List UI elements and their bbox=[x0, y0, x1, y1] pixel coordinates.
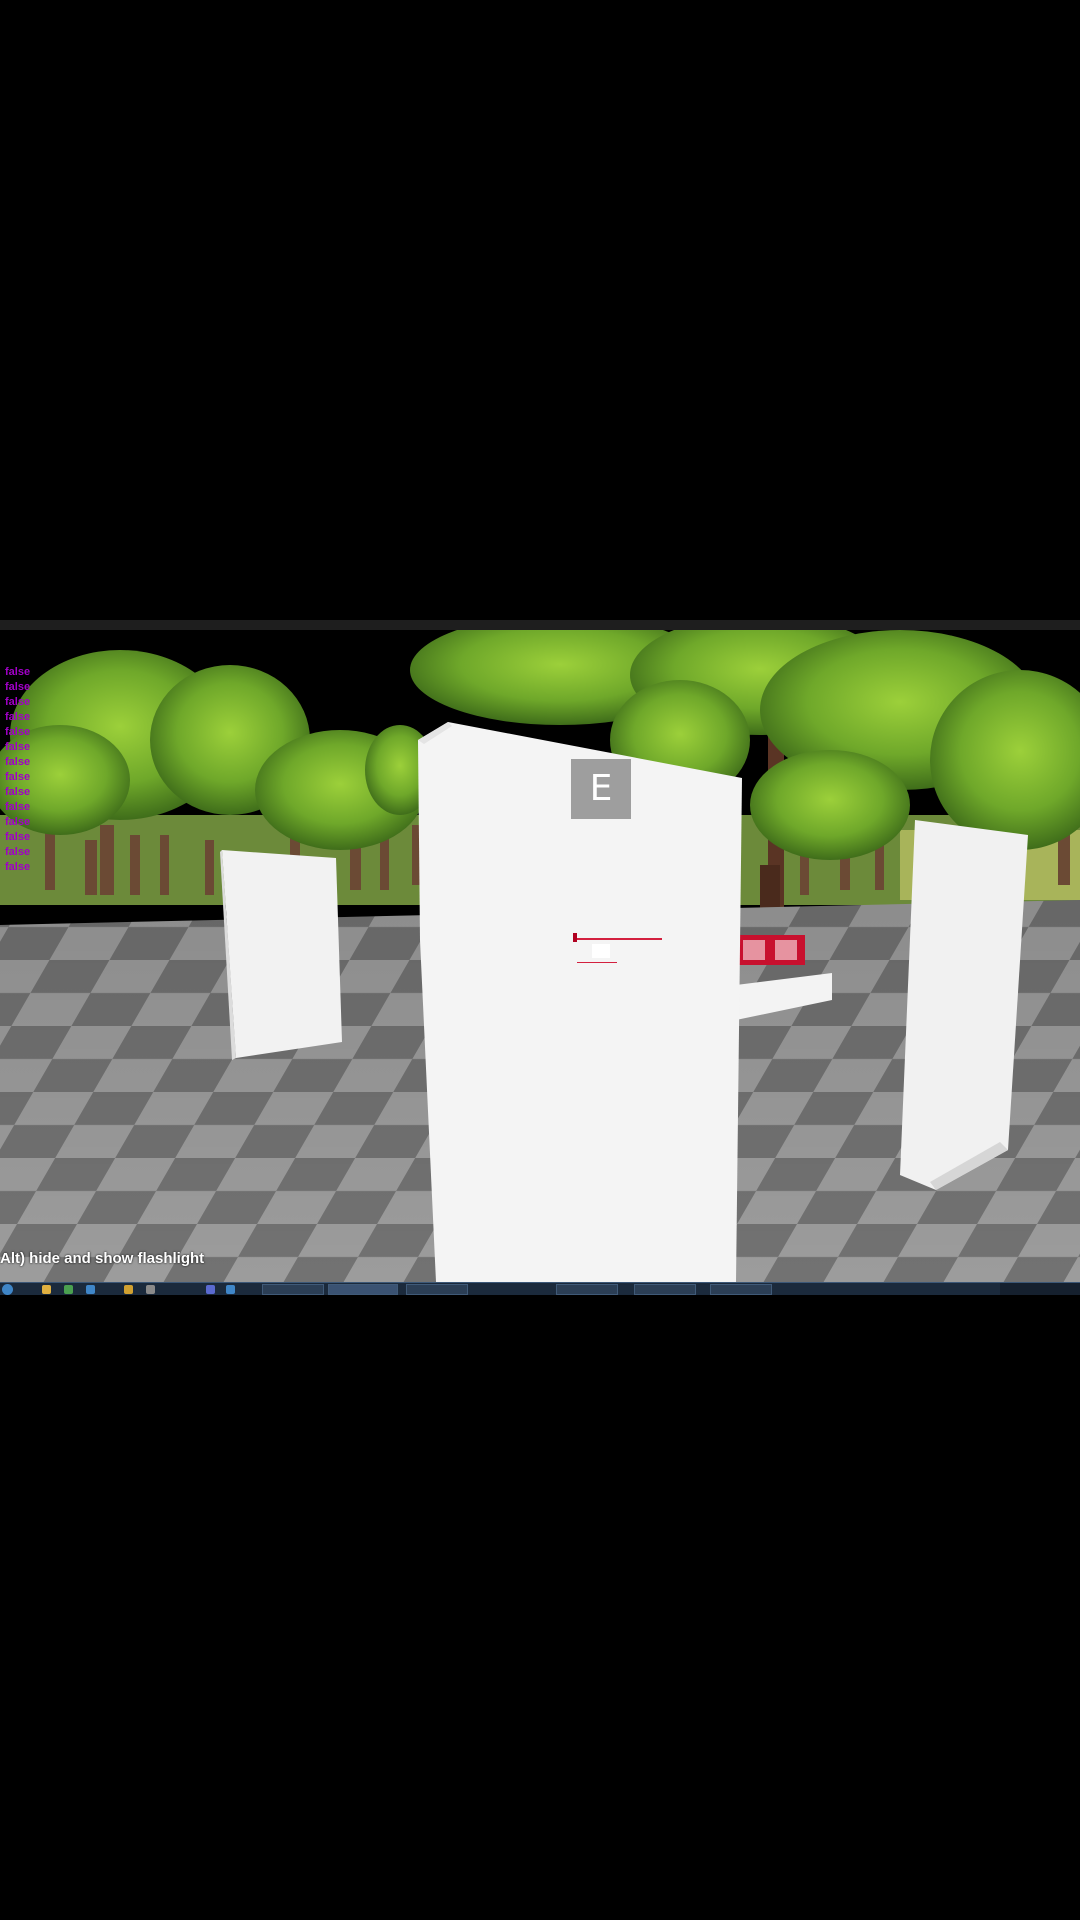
crosshair-underline bbox=[577, 962, 617, 963]
game-window[interactable]: false false false false false false fals… bbox=[0, 620, 1080, 1295]
system-tray[interactable] bbox=[1000, 1283, 1080, 1295]
flashlight-hint: Alt) hide and show flashlight bbox=[0, 1250, 205, 1267]
explorer-icon[interactable] bbox=[42, 1285, 51, 1294]
debug-line: false bbox=[5, 666, 31, 678]
debug-line: false bbox=[5, 756, 31, 768]
debug-line: false bbox=[5, 711, 31, 723]
debug-line: false bbox=[5, 696, 31, 708]
taskbar-window-button[interactable] bbox=[710, 1284, 772, 1295]
settings-icon[interactable] bbox=[146, 1285, 155, 1294]
chat-icon[interactable] bbox=[206, 1285, 215, 1294]
debug-line: false bbox=[5, 846, 31, 858]
crosshair-dot bbox=[592, 944, 610, 958]
debug-line: false bbox=[5, 801, 31, 813]
crosshair-bar bbox=[574, 938, 662, 940]
game-viewport[interactable]: false false false false false false fals… bbox=[0, 630, 1080, 1282]
taskbar-window-button[interactable] bbox=[262, 1284, 324, 1295]
debug-line: false bbox=[5, 831, 31, 843]
taskbar-window-button[interactable] bbox=[406, 1284, 468, 1295]
taskbar-window-button[interactable] bbox=[556, 1284, 618, 1295]
crosshair-tick bbox=[573, 933, 577, 942]
red-prop-box bbox=[737, 935, 805, 965]
folder-icon[interactable] bbox=[124, 1285, 133, 1294]
debug-line: false bbox=[5, 741, 31, 753]
media-icon[interactable] bbox=[64, 1285, 73, 1294]
taskbar-window-button[interactable] bbox=[328, 1284, 398, 1295]
debug-line: false bbox=[5, 861, 31, 873]
browser-icon[interactable] bbox=[86, 1285, 95, 1294]
store-icon[interactable] bbox=[226, 1285, 235, 1294]
debug-line: false bbox=[5, 816, 31, 828]
debug-line: false bbox=[5, 726, 31, 738]
scene-render bbox=[0, 630, 1080, 1282]
start-icon[interactable] bbox=[2, 1284, 13, 1295]
window-title bbox=[370, 620, 830, 630]
debug-line: false bbox=[5, 786, 31, 798]
debug-line: false bbox=[5, 771, 31, 783]
bottom-letterbox bbox=[0, 1295, 1080, 1920]
debug-log: false false false false false false fals… bbox=[5, 665, 45, 875]
pillar-left bbox=[220, 850, 342, 1060]
pillar-right bbox=[900, 820, 1028, 1190]
os-taskbar[interactable] bbox=[0, 1282, 1080, 1295]
top-letterbox bbox=[0, 0, 1080, 620]
debug-line: false bbox=[5, 681, 31, 693]
interact-key-prompt: E bbox=[571, 759, 631, 819]
taskbar-window-button[interactable] bbox=[634, 1284, 696, 1295]
